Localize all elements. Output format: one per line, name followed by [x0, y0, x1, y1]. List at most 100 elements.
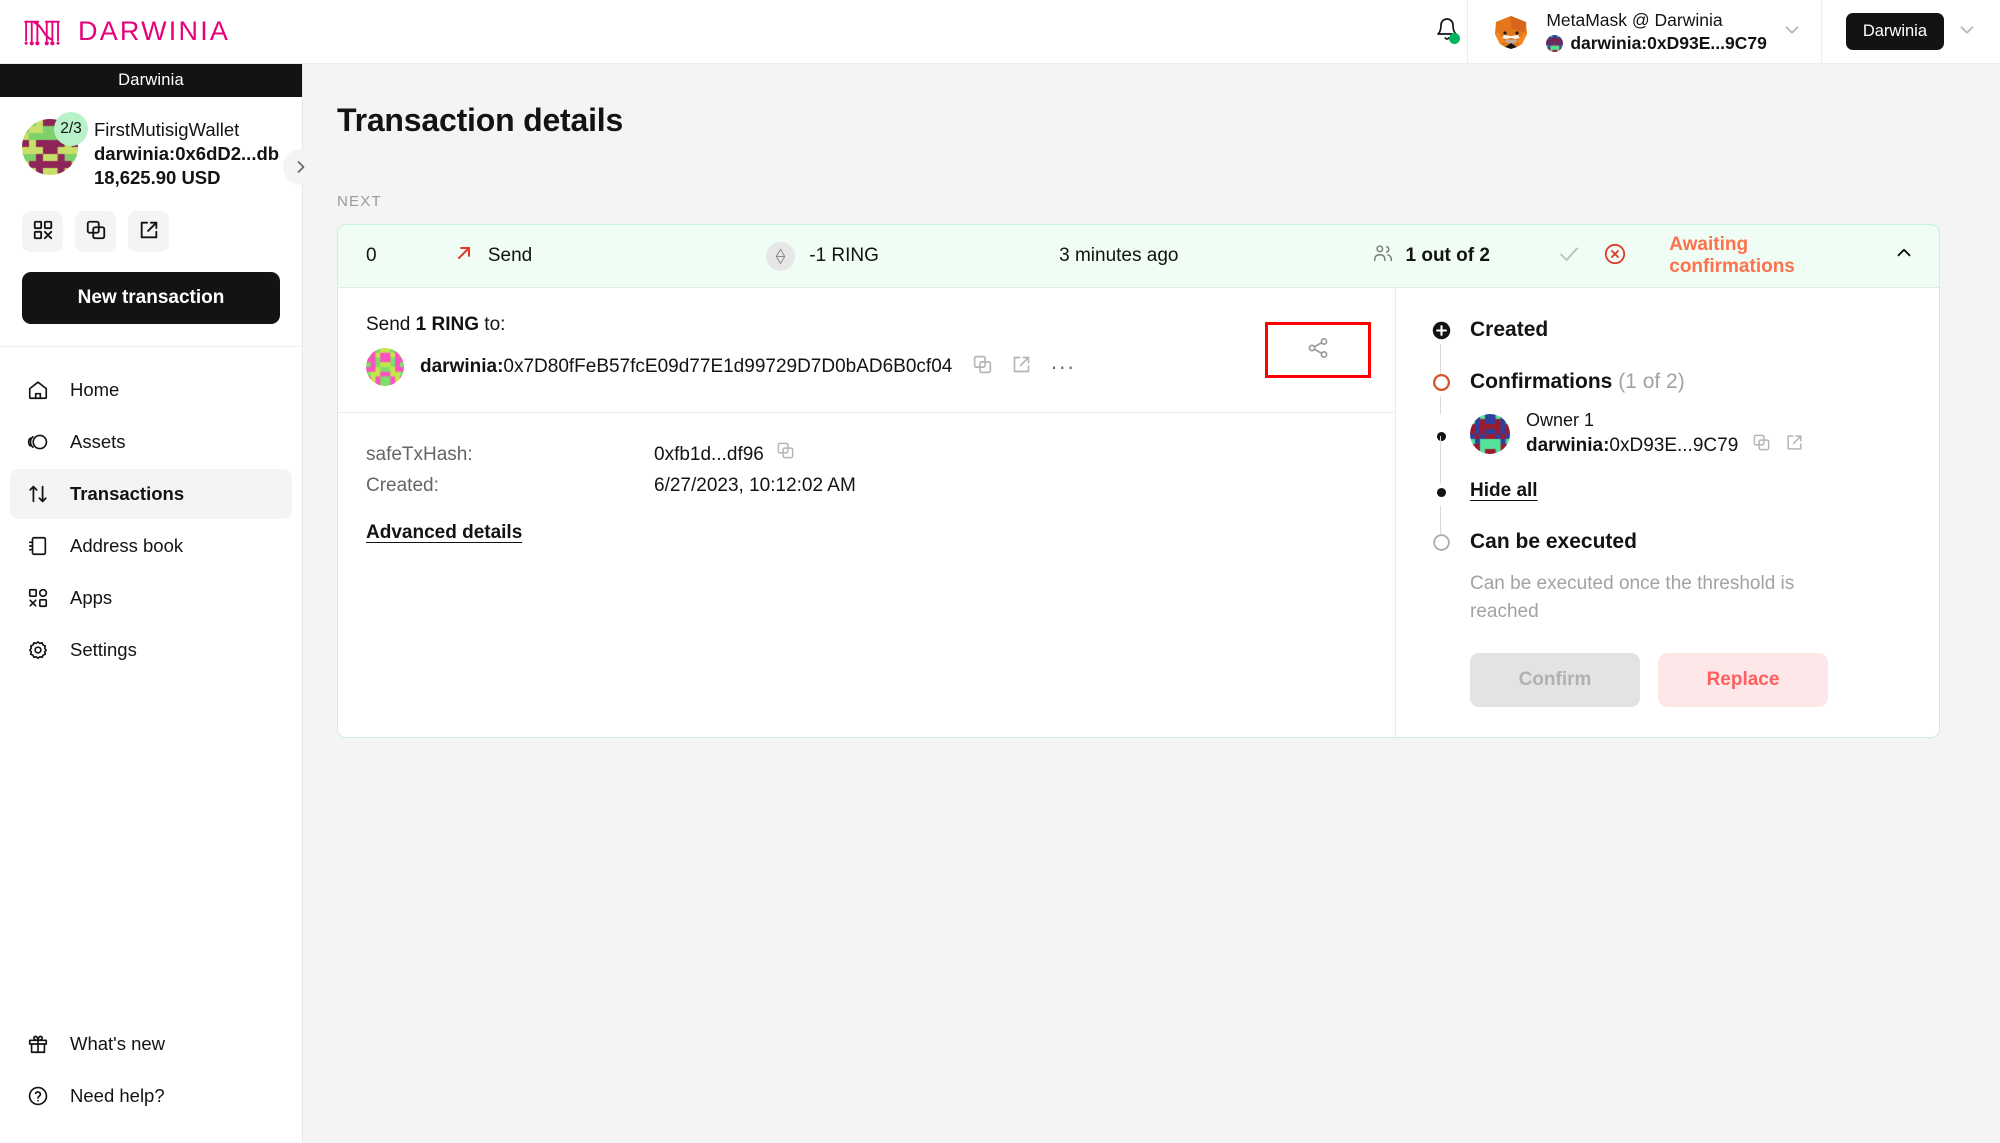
- timeline-can-be-executed: Can be executed Can be executed once the…: [1430, 530, 1905, 625]
- plus-circle-filled-icon: [1430, 320, 1452, 341]
- transaction-left-panel: Send 1 RING to: darwinia:0x7D80fFeB57fcE…: [338, 288, 1396, 737]
- timeline-confirmations-title: Confirmations (1 of 2): [1470, 370, 1685, 393]
- explorer-link-button[interactable]: [128, 211, 169, 252]
- safe-address: darwinia:0x6dD2...db5: [94, 143, 280, 165]
- sidebar-chain-banner: Darwinia: [0, 64, 302, 97]
- external-link-icon[interactable]: [1785, 433, 1804, 458]
- external-link-icon[interactable]: [1011, 354, 1032, 380]
- transaction-timeline-panel: Created Confirmations (1 of 2): [1396, 288, 1939, 737]
- detail-row: safeTxHash: 0xfb1d...df96: [366, 439, 1367, 470]
- sidebar-expand-button[interactable]: [283, 149, 319, 185]
- recipient-address-prefix: darwinia:: [420, 356, 503, 377]
- transaction-header-row[interactable]: 0 Send -1 RING 3 minutes ago: [338, 225, 1939, 287]
- threshold-badge: 2/3: [54, 112, 88, 146]
- sidebar-item-address-book[interactable]: Address book: [10, 521, 292, 571]
- chevron-down-icon[interactable]: [1956, 19, 1978, 45]
- send-summary-column: Send 1 RING to: darwinia:0x7D80fFeB57fcE…: [366, 314, 1265, 386]
- external-link-icon: [138, 219, 160, 244]
- safe-name: FirstMutisigWallet: [94, 119, 280, 141]
- new-transaction-wrap: New transaction: [0, 252, 302, 347]
- sidebar-item-label: Assets: [70, 431, 126, 453]
- brand-logo-area[interactable]: DARWINIA: [0, 16, 303, 47]
- chevron-up-icon[interactable]: [1893, 242, 1915, 270]
- sidebar-item-settings[interactable]: Settings: [10, 625, 292, 675]
- chain-selector[interactable]: Darwinia: [1822, 13, 2000, 50]
- send-summary-line: Send 1 RING to:: [366, 314, 1265, 336]
- assets-icon: [26, 430, 50, 454]
- wallet-identicon: [1546, 35, 1563, 52]
- safe-address-value: 0x6dD2...db5: [175, 143, 280, 164]
- transaction-type-label: Send: [488, 245, 532, 267]
- sidebar-item-home[interactable]: Home: [10, 365, 292, 415]
- safe-actions: [0, 189, 302, 252]
- circle-x-icon[interactable]: [1603, 242, 1627, 271]
- transaction-amount: -1 RING: [766, 242, 1059, 271]
- app-root: DARWINIA: [0, 0, 2000, 1143]
- transaction-card: 0 Send -1 RING 3 minutes ago: [337, 224, 1940, 738]
- qr-code-icon: [32, 219, 54, 244]
- new-transaction-button[interactable]: New transaction: [22, 272, 280, 324]
- copy-icon: [85, 219, 107, 244]
- sidebar-item-apps[interactable]: Apps: [10, 573, 292, 623]
- transaction-details-block: safeTxHash: 0xfb1d...df96 Created:: [338, 413, 1395, 544]
- owner-address-row: darwinia:0xD93E...9C79: [1526, 433, 1804, 458]
- sidebar: Darwinia 2/3 FirstMutisigWallet darwinia…: [0, 64, 303, 1143]
- wallet-address-value: 0xD93E...9C79: [1647, 33, 1767, 53]
- transaction-confirmations: 1 out of 2: [1372, 242, 1557, 270]
- transaction-type: Send: [454, 243, 766, 269]
- copy-icon[interactable]: [776, 439, 795, 470]
- notifications-button[interactable]: [1427, 12, 1467, 52]
- sidebar-item-label: Need help?: [70, 1085, 165, 1107]
- timeline-hide-all: Hide all: [1430, 480, 1905, 530]
- chain-pill-button[interactable]: Darwinia: [1846, 13, 1944, 50]
- wallet-address-row: darwinia:0xD93E...9C79: [1546, 33, 1767, 54]
- dot-filled-icon: [1430, 426, 1452, 447]
- copy-icon[interactable]: [1752, 433, 1771, 458]
- qr-code-button[interactable]: [22, 211, 63, 252]
- sidebar-item-assets[interactable]: Assets: [10, 417, 292, 467]
- section-label-next: NEXT: [337, 193, 1940, 210]
- notification-dot: [1449, 33, 1460, 44]
- wallet-address-prefix: darwinia:: [1570, 33, 1647, 53]
- owner-address-value: 0xD93E...9C79: [1609, 435, 1738, 456]
- address-book-icon: [26, 534, 50, 558]
- hide-all-link[interactable]: Hide all: [1470, 480, 1538, 501]
- brand-name: DARWINIA: [78, 16, 230, 47]
- replace-button[interactable]: Replace: [1658, 653, 1828, 707]
- timeline-created: Created: [1430, 318, 1905, 370]
- share-button-highlight[interactable]: [1265, 322, 1371, 378]
- timeline-created-title: Created: [1470, 318, 1548, 341]
- sidebar-item-need-help[interactable]: Need help?: [10, 1071, 292, 1121]
- safe-text-block: FirstMutisigWallet darwinia:0x6dD2...db5…: [94, 119, 280, 189]
- detail-key: Created:: [366, 470, 654, 501]
- detail-value: 6/27/2023, 10:12:02 AM: [654, 470, 856, 501]
- confirm-button[interactable]: Confirm: [1470, 653, 1640, 707]
- wallet-text-block: MetaMask @ Darwinia darwinia:0xD93E...9C…: [1546, 10, 1767, 54]
- advanced-details-link[interactable]: Advanced details: [366, 522, 522, 544]
- sidebar-item-label: Settings: [70, 639, 137, 661]
- wallet-connected-button[interactable]: MetaMask @ Darwinia darwinia:0xD93E...9C…: [1468, 0, 1821, 64]
- check-icon[interactable]: [1557, 242, 1581, 271]
- timeline-button-row: Confirm Replace: [1430, 653, 1905, 707]
- status-badge: Awaiting confirmations: [1669, 234, 1873, 278]
- share-icon[interactable]: [1306, 336, 1330, 365]
- copy-icon[interactable]: [972, 354, 993, 380]
- timeline-confirmations: Confirmations (1 of 2): [1430, 370, 1905, 410]
- timeline-connector: [1440, 436, 1441, 484]
- copy-address-button[interactable]: [75, 211, 116, 252]
- transaction-amount-label: -1 RING: [809, 245, 879, 267]
- recipient-address-value: 0x7D80fFeB57fcE09d77E1d99729D7D0bAD6B0cf…: [503, 356, 952, 377]
- sidebar-item-whats-new[interactable]: What's new: [10, 1019, 292, 1069]
- metamask-fox-icon: [1490, 13, 1532, 51]
- darwinia-dna-logo-icon: [22, 17, 64, 47]
- safe-summary-row: 2/3 FirstMutisigWallet darwinia:0x6dD2..…: [22, 119, 280, 189]
- timeline-confirmations-label: Confirmations: [1470, 370, 1612, 393]
- safe-address-prefix: darwinia:: [94, 143, 175, 164]
- more-horizontal-icon[interactable]: ···: [1050, 354, 1075, 380]
- owner-name: Owner 1: [1526, 410, 1804, 431]
- sidebar-item-transactions[interactable]: Transactions: [10, 469, 292, 519]
- safe-identicon-wrap: 2/3: [22, 119, 78, 175]
- dot-filled-icon: [1430, 482, 1452, 503]
- chevron-down-icon[interactable]: [1781, 19, 1803, 45]
- send-amount: 1 RING: [416, 314, 479, 335]
